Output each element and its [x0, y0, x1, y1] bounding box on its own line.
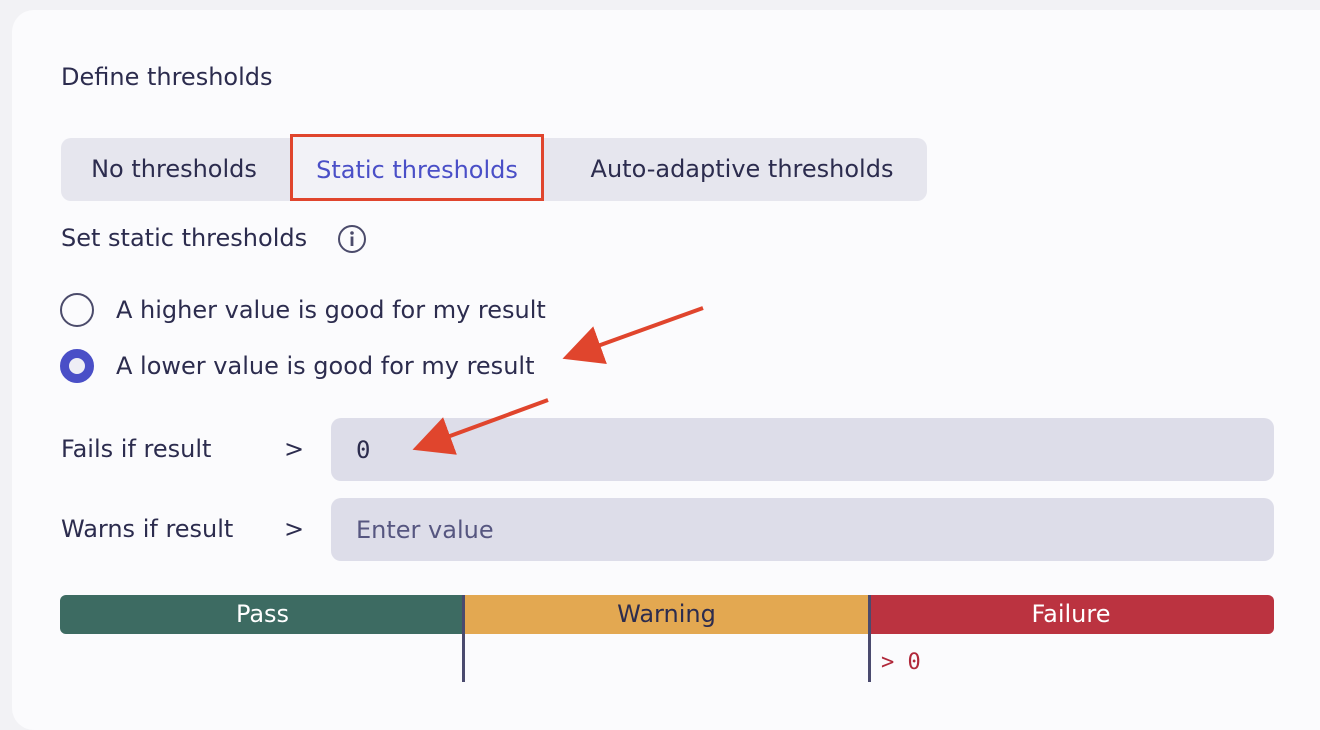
radio-higher-is-good[interactable]	[60, 293, 94, 327]
static-thresholds-heading: Set static thresholds	[61, 224, 308, 252]
fails-input[interactable]: 0	[331, 418, 1274, 481]
failure-segment: Failure	[868, 595, 1274, 634]
warning-boundary-marker	[462, 595, 465, 682]
threshold-scale: Pass Warning Failure	[60, 595, 1274, 634]
warning-segment: Warning	[465, 595, 868, 634]
pass-segment: Pass	[60, 595, 465, 634]
failure-boundary-marker	[868, 595, 871, 682]
tab-auto-adaptive-thresholds[interactable]: Auto-adaptive thresholds	[547, 138, 937, 201]
warns-operator: >	[284, 515, 305, 543]
option-lower-is-good[interactable]: A lower value is good for my result	[60, 346, 534, 386]
warns-input-placeholder: Enter value	[356, 515, 494, 544]
fails-input-value: 0	[356, 435, 371, 464]
failure-threshold-label: > 0	[881, 650, 921, 675]
fails-operator: >	[284, 435, 305, 463]
threshold-mode-tabs: No thresholds Static thresholds Auto-ada…	[61, 134, 927, 201]
tab-static-thresholds[interactable]: Static thresholds	[290, 134, 544, 201]
info-icon[interactable]	[337, 224, 367, 254]
fails-label: Fails if result	[61, 435, 212, 463]
option-label: A lower value is good for my result	[116, 352, 535, 380]
radio-lower-is-good[interactable]	[60, 349, 94, 383]
option-higher-is-good[interactable]: A higher value is good for my result	[60, 290, 546, 330]
warns-label: Warns if result	[61, 515, 234, 543]
tab-no-thresholds[interactable]: No thresholds	[61, 138, 287, 201]
option-label: A higher value is good for my result	[116, 296, 546, 324]
section-title: Define thresholds	[61, 63, 273, 91]
warns-input[interactable]: Enter value	[331, 498, 1274, 561]
